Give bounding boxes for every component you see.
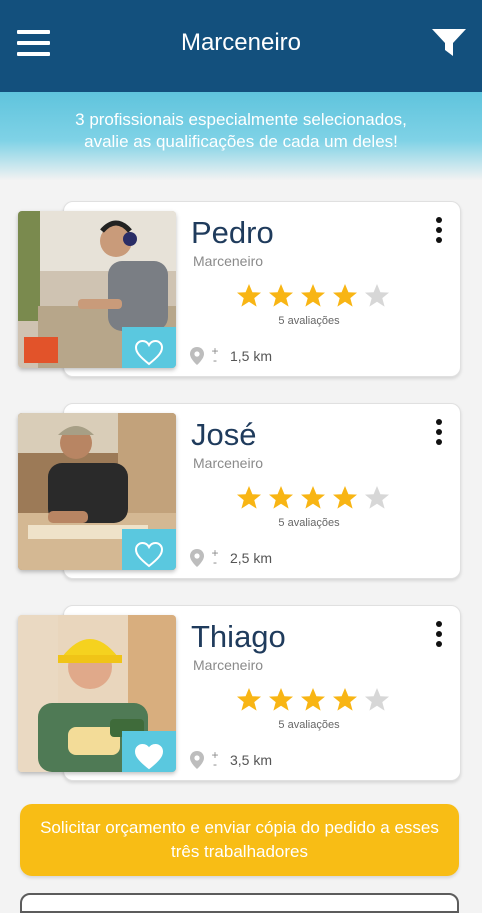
request-quote-button[interactable]: Solicitar orçamento e enviar cópia do pe… — [20, 804, 459, 876]
distance-value: 1,5 km — [230, 348, 273, 364]
page-title: Marceneiro — [180, 29, 302, 56]
star-filled-icon — [237, 688, 261, 711]
location-pin-icon — [190, 347, 204, 365]
worker-photo[interactable] — [18, 211, 176, 368]
star-filled-icon — [333, 486, 357, 509]
app-header: Marceneiro — [0, 0, 482, 92]
star-filled-icon — [237, 486, 261, 509]
worker-name: Pedro — [191, 215, 274, 250]
star-filled-icon — [269, 486, 293, 509]
heart-outline-icon — [135, 541, 163, 567]
reviews-count: 5 avaliações — [278, 719, 340, 731]
star-filled-icon — [333, 688, 357, 711]
more-options-icon[interactable] — [435, 621, 443, 651]
worker-role: Marceneiro — [193, 253, 264, 269]
more-options-icon[interactable] — [435, 419, 443, 449]
favorite-button[interactable] — [122, 529, 176, 570]
star-filled-icon — [301, 688, 325, 711]
star-rating — [236, 687, 390, 713]
worker-card[interactable]: Thiago Marceneiro 5 avaliações + - 3,5 km — [18, 605, 462, 781]
reviews-count: 5 avaliações — [278, 517, 340, 529]
approx-sign: + - — [211, 748, 219, 771]
secondary-button-partial[interactable] — [20, 893, 459, 913]
info-banner: 3 profissionais especialmente selecionad… — [0, 92, 482, 180]
reviews-count: 5 avaliações — [278, 315, 340, 327]
star-filled-icon — [301, 284, 325, 307]
banner-line-1: 3 profissionais especialmente selecionad… — [75, 110, 407, 129]
location-pin-icon — [190, 549, 204, 567]
worker-role: Marceneiro — [193, 657, 264, 673]
favorite-button[interactable] — [122, 731, 176, 772]
heart-outline-icon — [135, 339, 163, 365]
star-filled-icon — [269, 284, 293, 307]
star-empty-icon — [365, 688, 389, 711]
worker-name: Thiago — [191, 619, 286, 654]
heart-filled-icon — [135, 743, 163, 769]
star-filled-icon — [333, 284, 357, 307]
star-empty-icon — [365, 284, 389, 307]
worker-card[interactable]: Pedro Marceneiro 5 avaliações + - 1,5 km — [18, 201, 462, 377]
distance-row: + - 1,5 km — [190, 344, 273, 367]
star-filled-icon — [237, 284, 261, 307]
star-rating — [236, 485, 390, 511]
worker-name: José — [191, 417, 257, 452]
more-options-icon[interactable] — [435, 217, 443, 247]
worker-role: Marceneiro — [193, 455, 264, 471]
approx-sign: + - — [211, 546, 219, 569]
star-filled-icon — [301, 486, 325, 509]
favorite-button[interactable] — [122, 327, 176, 368]
banner-line-2: avalie as qualificações de cada um deles… — [84, 132, 398, 151]
worker-photo[interactable] — [18, 615, 176, 772]
location-pin-icon — [190, 751, 204, 769]
distance-value: 3,5 km — [230, 752, 273, 768]
filter-funnel-icon[interactable] — [431, 28, 467, 58]
approx-sign: + - — [211, 344, 219, 367]
star-filled-icon — [269, 688, 293, 711]
distance-row: + - 2,5 km — [190, 546, 273, 569]
worker-card[interactable]: José Marceneiro 5 avaliações + - 2,5 km — [18, 403, 462, 579]
star-empty-icon — [365, 486, 389, 509]
distance-value: 2,5 km — [230, 550, 273, 566]
star-rating — [236, 283, 390, 309]
distance-row: + - 3,5 km — [190, 748, 273, 771]
worker-photo[interactable] — [18, 413, 176, 570]
